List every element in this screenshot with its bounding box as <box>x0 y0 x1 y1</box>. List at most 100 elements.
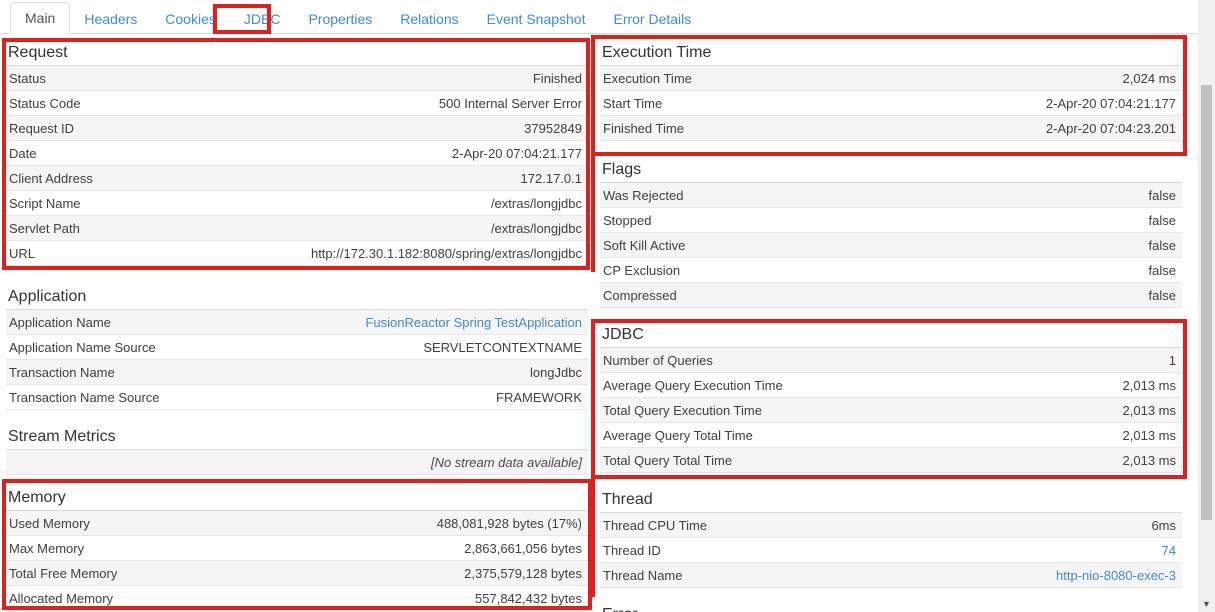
table-row: Thread Name http-nio-8080-exec-3 <box>600 563 1182 588</box>
tab-properties[interactable]: Properties <box>294 4 386 34</box>
section-execution-time: Execution Time Execution Time2,024 ms St… <box>600 42 1182 141</box>
row-label: Compressed <box>603 288 677 303</box>
table-row: Soft Kill Activefalse <box>600 233 1182 258</box>
table-row: Finished Time 2-Apr-20 07:04:23.201 <box>600 116 1182 141</box>
row-label: Status <box>9 71 46 86</box>
table-row: Transaction NamelongJdbc <box>6 360 588 385</box>
row-label: Thread CPU Time <box>603 518 707 533</box>
table-row: Request ID 37952849 <box>6 116 588 141</box>
no-stream-data-note: [No stream data available] <box>431 455 582 470</box>
table-row: Used Memory488,081,928 bytes (17%) <box>6 511 588 536</box>
table-row: Date 2-Apr-20 07:04:21.177 <box>6 141 588 166</box>
table-row: Average Query Execution Time 2,013 ms <box>600 373 1182 398</box>
scrollbar-thumb[interactable] <box>1201 85 1212 520</box>
tab-bar: Main Headers Cookies JDBC Properties Rel… <box>0 0 1215 34</box>
table-row: Servlet Path/extras/longjdbc <box>6 216 588 241</box>
row-value: 2-Apr-20 07:04:21.177 <box>1046 96 1176 111</box>
row-value: 2,013 ms <box>1123 378 1176 393</box>
flags-section-title: Flags <box>600 159 1182 183</box>
tab-main[interactable]: Main <box>10 2 70 34</box>
row-label: Number of Queries <box>603 353 713 368</box>
row-label: Transaction Name <box>9 365 115 380</box>
section-thread: Thread Thread CPU Time 6ms Thread ID 74 Th… <box>600 489 1182 588</box>
request-section-title: Request <box>6 42 588 66</box>
row-label: Status Code <box>9 96 81 111</box>
row-label: URL <box>9 246 35 261</box>
row-value: 6ms <box>1151 518 1176 533</box>
section-jdbc: JDBC Number of Queries 1 Average Query Ex… <box>600 324 1182 473</box>
row-label: CP Exclusion <box>603 263 680 278</box>
application-section-title: Application <box>6 286 588 310</box>
row-label: Client Address <box>9 171 93 186</box>
thread-id-link[interactable]: 74 <box>1162 543 1176 558</box>
thread-section-title: Thread <box>600 489 1182 513</box>
row-label: Thread Name <box>603 568 682 583</box>
table-row: Execution Time2,024 ms <box>600 66 1182 91</box>
section-request: Request StatusFinished Status Code500 In… <box>6 42 588 266</box>
table-row: Allocated Memory 557,842,432 bytes <box>6 586 588 611</box>
table-row: Script Name/extras/longjdbc <box>6 191 588 216</box>
tab-cookies[interactable]: Cookies <box>151 4 230 34</box>
section-memory: Memory Used Memory488,081,928 bytes (17%… <box>6 487 588 611</box>
table-row: Transaction Name SourceFRAMEWORK <box>6 385 588 410</box>
error-section-title: Error <box>600 604 1182 612</box>
row-label: Allocated Memory <box>9 591 113 606</box>
table-row: Average Query Total Time 2,013 ms <box>600 423 1182 448</box>
row-value: false <box>1149 263 1176 278</box>
row-value: 2,013 ms <box>1123 428 1176 443</box>
tab-headers[interactable]: Headers <box>70 4 151 34</box>
row-label: Date <box>9 146 36 161</box>
row-label: Application Name <box>9 315 111 330</box>
thread-name-link[interactable]: http-nio-8080-exec-3 <box>1056 568 1176 583</box>
row-value: 2-Apr-20 07:04:21.177 <box>452 146 582 161</box>
row-label: Total Free Memory <box>9 566 117 581</box>
row-value: 2-Apr-20 07:04:23.201 <box>1046 121 1176 136</box>
row-value: 2,024 ms <box>1123 71 1176 86</box>
row-value: 37952849 <box>524 121 582 136</box>
tab-error-details[interactable]: Error Details <box>599 4 705 34</box>
row-value: false <box>1149 213 1176 228</box>
row-value: 2,375,579,128 bytes <box>464 566 582 581</box>
row-label: Request ID <box>9 121 74 136</box>
stream-metrics-section-title: Stream Metrics <box>6 426 588 450</box>
row-value: 1 <box>1169 353 1176 368</box>
row-value: 2,863,661,056 bytes <box>464 541 582 556</box>
table-row: [No stream data available] <box>6 450 588 475</box>
vertical-scrollbar[interactable]: ▼ <box>1198 0 1215 612</box>
execution-time-section-title: Execution Time <box>600 42 1182 66</box>
section-flags: Flags Was Rejectedfalse Stoppedfalse Sof… <box>600 159 1182 308</box>
table-row: URL http://172.30.1.182:8080/spring/extra… <box>6 241 588 266</box>
row-value: 2,013 ms <box>1123 403 1176 418</box>
table-row: Client Address 172.17.0.1 <box>6 166 588 191</box>
row-value: http://172.30.1.182:8080/spring/extras/l… <box>311 246 582 261</box>
row-label: Was Rejected <box>603 188 683 203</box>
row-label: Total Query Total Time <box>603 453 732 468</box>
tab-relations[interactable]: Relations <box>386 4 472 34</box>
row-value: false <box>1149 238 1176 253</box>
table-row: Status Code500 Internal Server Error <box>6 91 588 116</box>
row-label: Average Query Total Time <box>603 428 753 443</box>
row-label: Finished Time <box>603 121 684 136</box>
row-label: Start Time <box>603 96 662 111</box>
table-row: Thread ID 74 <box>600 538 1182 563</box>
row-value: 172.17.0.1 <box>521 171 582 186</box>
table-row: StatusFinished <box>6 66 588 91</box>
row-value: 557,842,432 bytes <box>475 591 582 606</box>
application-name-link[interactable]: FusionReactor Spring TestApplication <box>365 315 582 330</box>
jdbc-section-title: JDBC <box>600 324 1182 348</box>
row-value: /extras/longjdbc <box>491 196 582 211</box>
tab-jdbc[interactable]: JDBC <box>230 4 295 34</box>
scroll-down-arrow-icon[interactable]: ▼ <box>1198 597 1215 611</box>
main-content: Request StatusFinished Status Code500 In… <box>0 34 1215 612</box>
table-row: Number of Queries 1 <box>600 348 1182 373</box>
section-stream-metrics: Stream Metrics [No stream data available… <box>6 426 588 475</box>
table-row: Max Memory2,863,661,056 bytes <box>6 536 588 561</box>
row-label: Application Name Source <box>9 340 156 355</box>
row-label: Thread ID <box>603 543 661 558</box>
table-row: Thread CPU Time 6ms <box>600 513 1182 538</box>
row-label: Transaction Name Source <box>9 390 160 405</box>
row-label: Average Query Execution Time <box>603 378 783 393</box>
tab-event-snapshot[interactable]: Event Snapshot <box>473 4 600 34</box>
row-label: Used Memory <box>9 516 90 531</box>
table-row: Total Query Execution Time2,013 ms <box>600 398 1182 423</box>
